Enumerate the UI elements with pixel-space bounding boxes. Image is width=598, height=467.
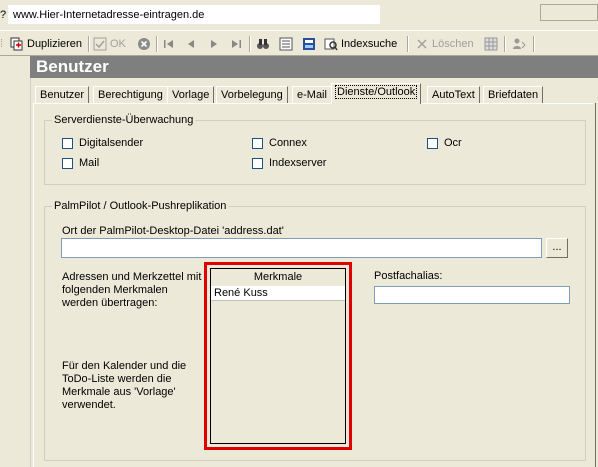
delete-label: Löschen <box>432 38 474 50</box>
checkbox-box[interactable] <box>252 137 263 149</box>
delete-x-icon <box>415 37 429 51</box>
previous-record-button[interactable] <box>184 35 198 53</box>
next-icon <box>207 37 221 51</box>
checkbox-box[interactable] <box>62 137 73 149</box>
tab-vorlage[interactable]: Vorlage <box>167 86 215 103</box>
title-band <box>30 56 598 78</box>
checkbox-digitalsender[interactable]: Digitalsender <box>62 137 143 149</box>
toolbar-search-field[interactable] <box>540 4 598 21</box>
binoculars-icon <box>256 37 270 51</box>
duplicate-label: Duplizieren <box>27 38 83 50</box>
server-services-legend: Serverdienste-Überwachung <box>52 114 196 126</box>
browse-button[interactable]: ... <box>546 238 568 258</box>
cancel-button[interactable] <box>137 35 151 53</box>
last-record-button[interactable] <box>229 35 243 53</box>
first-icon <box>162 37 176 51</box>
first-record-button[interactable] <box>162 35 176 53</box>
merkmale-header[interactable]: Merkmale <box>211 269 345 287</box>
checkbox-indexserver[interactable]: Indexserver <box>252 157 326 169</box>
checkbox-box[interactable] <box>427 137 438 149</box>
palmpilot-legend: PalmPilot / Outlook-Pushreplikation <box>52 200 229 212</box>
postfach-label: Postfachalias: <box>374 270 443 282</box>
check-icon <box>93 37 107 51</box>
checkbox-box[interactable] <box>62 157 73 169</box>
report-icon <box>302 37 316 51</box>
index-search-icon <box>324 37 338 51</box>
tab-briefdaten[interactable]: Briefdaten <box>483 86 544 103</box>
duplicate-button[interactable]: Duplizieren <box>10 35 82 53</box>
grid-icon <box>484 37 498 51</box>
toolbar: ⁞ Duplizieren OK Indexsuche Löschen <box>0 30 598 56</box>
checkbox-connex[interactable]: Connex <box>252 137 307 149</box>
checkbox-label: Ocr <box>444 137 462 149</box>
list-item[interactable]: René Kuss <box>211 286 345 301</box>
checkbox-label: Mail <box>79 157 100 169</box>
delete-button[interactable]: Löschen <box>415 35 474 53</box>
report-button[interactable] <box>302 35 316 53</box>
checkbox-box[interactable] <box>252 157 263 169</box>
list-view-icon <box>279 37 293 51</box>
checkbox-ocr[interactable]: Ocr <box>427 137 462 149</box>
index-search-button[interactable]: Indexsuche <box>324 35 397 53</box>
last-icon <box>229 37 243 51</box>
tab-autotext[interactable]: AutoText <box>427 86 480 103</box>
address-input[interactable]: www.Hier-Internetadresse-eintragen.de <box>8 5 380 24</box>
address-bar-icon: ? <box>0 9 7 21</box>
calendar-text: Für den Kalender und die ToDo-Liste werd… <box>62 360 187 411</box>
merkmale-list[interactable]: Merkmale René Kuss <box>210 268 346 444</box>
checkbox-label: Indexserver <box>269 157 327 169</box>
checkbox-mail[interactable]: Mail <box>62 157 99 169</box>
page-title: Benutzer <box>36 57 109 76</box>
toolbar-separator <box>533 36 535 52</box>
tab-benutzer[interactable]: Benutzer <box>35 86 90 103</box>
user-icon <box>512 37 526 51</box>
ok-button[interactable]: OK <box>93 35 126 53</box>
checkbox-label: Digitalsender <box>79 137 144 149</box>
toolbar-separator <box>407 36 409 52</box>
tab-vorbelegung[interactable]: Vorbelegung <box>216 86 288 103</box>
user-tool-button[interactable] <box>512 35 526 53</box>
cancel-icon <box>137 37 151 51</box>
checkbox-label: Connex <box>269 137 307 149</box>
next-record-button[interactable] <box>207 35 221 53</box>
list-view-button[interactable] <box>279 35 293 53</box>
search-button[interactable] <box>256 35 270 53</box>
index-search-label: Indexsuche <box>341 38 398 50</box>
postfach-input[interactable] <box>374 286 570 304</box>
toolbar-left-sep-icon: ⁞ <box>0 38 4 50</box>
toolbar-separator <box>88 36 90 52</box>
duplicate-icon <box>10 37 24 51</box>
tab-berechtigung[interactable]: Berechtigung <box>93 86 168 103</box>
tab-email[interactable]: e-Mail <box>292 86 332 103</box>
tab-dienste-outlook[interactable]: Dienste/Outlook <box>331 83 422 104</box>
toolbar-separator <box>504 36 506 52</box>
previous-icon <box>184 37 198 51</box>
toolbar-separator <box>156 36 158 52</box>
grid-button[interactable] <box>484 35 498 53</box>
left-strip <box>0 56 31 467</box>
server-services-group <box>44 120 586 185</box>
file-path-input[interactable] <box>61 238 542 258</box>
ok-label: OK <box>110 38 126 50</box>
transfer-text: Adressen und Merkzettel mit folgenden Me… <box>62 271 202 309</box>
file-path-label: Ort der PalmPilot-Desktop-Datei 'address… <box>62 225 284 237</box>
toolbar-separator <box>249 36 251 52</box>
